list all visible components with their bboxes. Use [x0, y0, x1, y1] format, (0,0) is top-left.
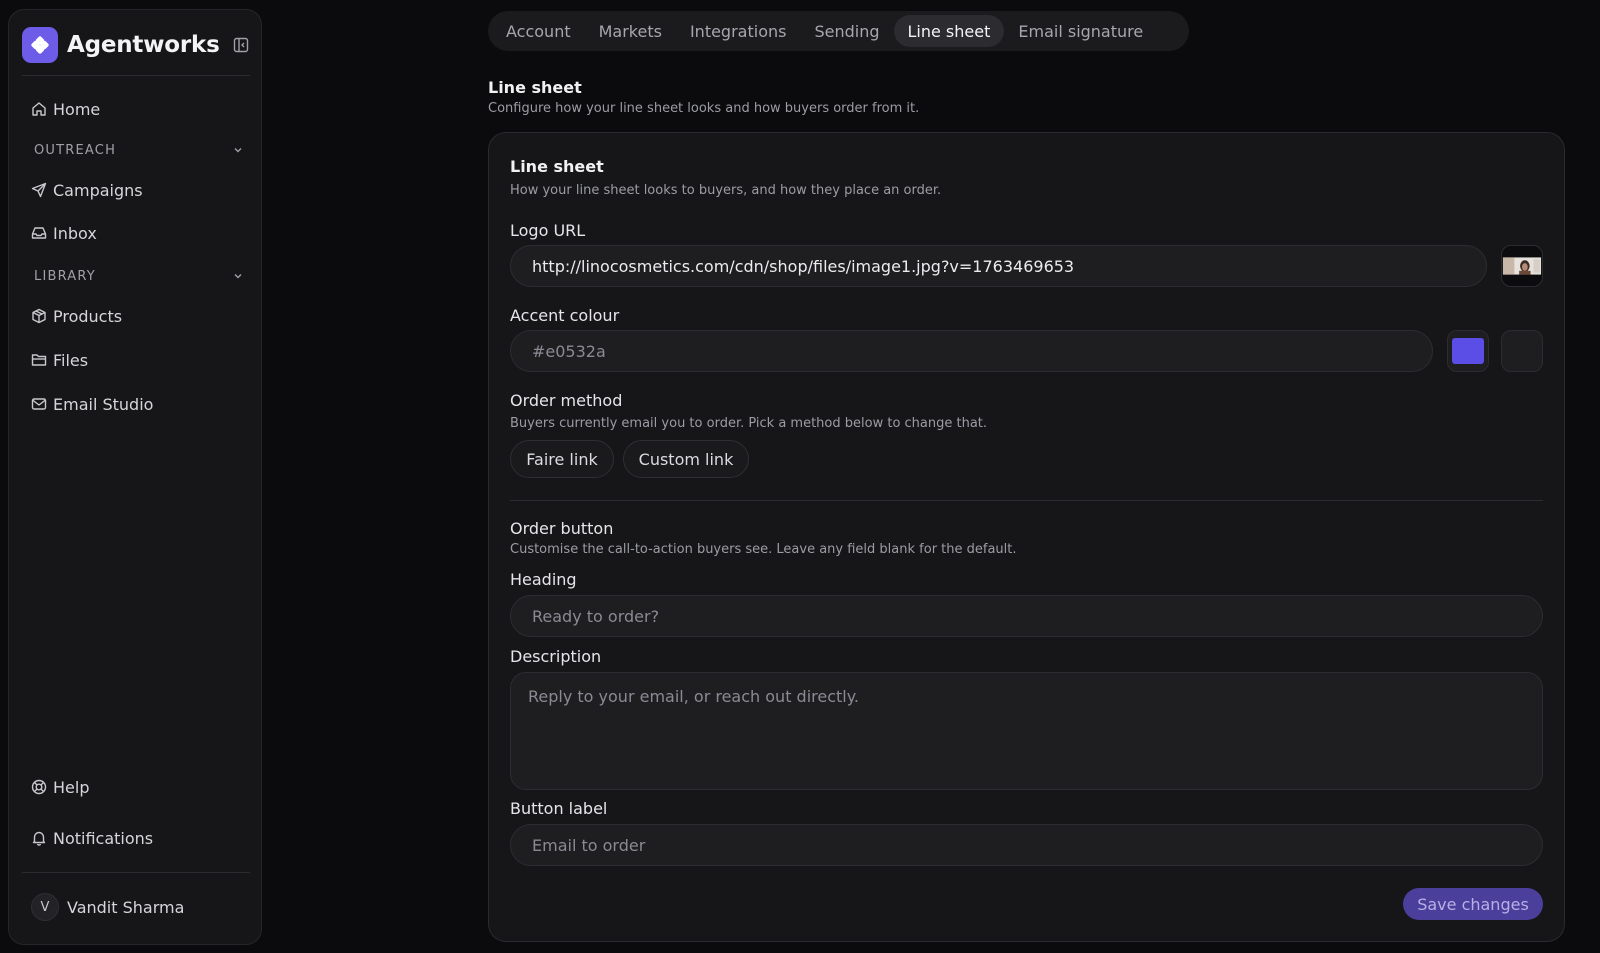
brand-name: Agentworks — [67, 32, 220, 58]
logo-url-label: Logo URL — [510, 221, 586, 240]
send-icon — [31, 182, 53, 198]
sidebar-item-inbox[interactable]: Inbox — [31, 217, 241, 249]
help-lifebuoy-icon — [31, 779, 53, 795]
sidebar-item-campaigns[interactable]: Campaigns — [31, 174, 241, 206]
sidebar-item-files[interactable]: Files — [31, 344, 241, 376]
tab-account[interactable]: Account — [492, 15, 585, 47]
order-button-section-title: Order button — [510, 519, 614, 538]
accent-colour-reset-button[interactable] — [1501, 330, 1543, 372]
line-sheet-card: Line sheet How your line sheet looks to … — [488, 132, 1565, 942]
section-header-label: OUTREACH — [34, 142, 117, 158]
folder-icon — [31, 352, 53, 368]
sidebar-item-label: Files — [53, 350, 89, 370]
sidebar-item-email-studio[interactable]: Email Studio — [31, 388, 241, 420]
description-textarea[interactable] — [510, 672, 1543, 790]
tab-line-sheet[interactable]: Line sheet — [893, 15, 1005, 47]
order-method-hint: Buyers currently email you to order. Pic… — [510, 416, 988, 431]
brand: Agentworks — [22, 27, 250, 63]
section-divider — [510, 500, 1543, 501]
avatar: V — [31, 893, 59, 921]
card-title: Line sheet — [510, 157, 604, 176]
home-icon — [31, 101, 53, 117]
tab-sending[interactable]: Sending — [800, 15, 893, 47]
order-method-label: Order method — [510, 391, 623, 410]
logo-url-input[interactable] — [510, 245, 1487, 287]
inbox-icon — [31, 225, 53, 241]
faire-link-button[interactable]: Faire link — [510, 440, 614, 478]
mail-icon — [31, 396, 53, 412]
sidebar-item-products[interactable]: Products — [31, 300, 241, 332]
section-header-outreach[interactable]: OUTREACH — [34, 140, 244, 160]
description-label: Description — [510, 647, 602, 666]
order-button-hint: Customise the call-to-action buyers see.… — [510, 542, 1017, 557]
user-name: Vandit Sharma — [67, 897, 185, 917]
sidebar-item-label: Inbox — [53, 223, 97, 243]
card-subtitle: How your line sheet looks to buyers, and… — [510, 183, 942, 198]
accent-colour-input[interactable] — [510, 330, 1433, 372]
section-header-label: LIBRARY — [34, 268, 96, 284]
sidebar-item-help[interactable]: Help — [31, 771, 241, 803]
sidebar-item-label: Home — [53, 99, 101, 119]
sidebar-item-notifications[interactable]: Notifications — [31, 822, 241, 854]
chevron-down-icon — [234, 274, 242, 279]
sidebar-item-label: Products — [53, 306, 123, 326]
custom-link-button[interactable]: Custom link — [623, 440, 749, 478]
tab-markets[interactable]: Markets — [585, 15, 676, 47]
user-menu[interactable]: V Vandit Sharma — [31, 891, 251, 923]
accent-colour-swatch[interactable] — [1447, 330, 1489, 372]
accent-colour-label: Accent colour — [510, 306, 620, 325]
chevron-down-icon — [234, 148, 242, 153]
tab-email-signature[interactable]: Email signature — [1004, 15, 1157, 47]
sidebar-collapse-icon[interactable] — [232, 36, 250, 54]
color-swatch — [1452, 338, 1484, 364]
sidebar-item-label: Notifications — [53, 828, 154, 848]
section-header-library[interactable]: LIBRARY — [34, 266, 244, 286]
page-title: Line sheet — [488, 78, 582, 97]
button-label-label: Button label — [510, 799, 608, 818]
logo-preview-image — [1501, 245, 1543, 287]
sidebar-item-label: Help — [53, 777, 90, 797]
save-button[interactable]: Save changes — [1403, 888, 1543, 920]
settings-tabs: Account Markets Integrations Sending Lin… — [488, 11, 1189, 51]
sidebar: Agentworks Home OUTREACH Campaigns Inbox… — [8, 9, 262, 945]
heading-label: Heading — [510, 570, 577, 589]
sidebar-item-home[interactable]: Home — [31, 93, 241, 125]
sidebar-divider — [22, 75, 250, 76]
page-subtitle: Configure how your line sheet looks and … — [488, 101, 920, 116]
bell-icon — [31, 830, 53, 846]
button-label-input[interactable] — [510, 824, 1543, 866]
sidebar-item-label: Email Studio — [53, 394, 154, 414]
sidebar-divider — [22, 872, 250, 873]
tab-integrations[interactable]: Integrations — [676, 15, 801, 47]
sidebar-item-label: Campaigns — [53, 180, 143, 200]
brand-logo-icon — [22, 27, 58, 63]
package-icon — [31, 308, 53, 324]
heading-input[interactable] — [510, 595, 1543, 637]
